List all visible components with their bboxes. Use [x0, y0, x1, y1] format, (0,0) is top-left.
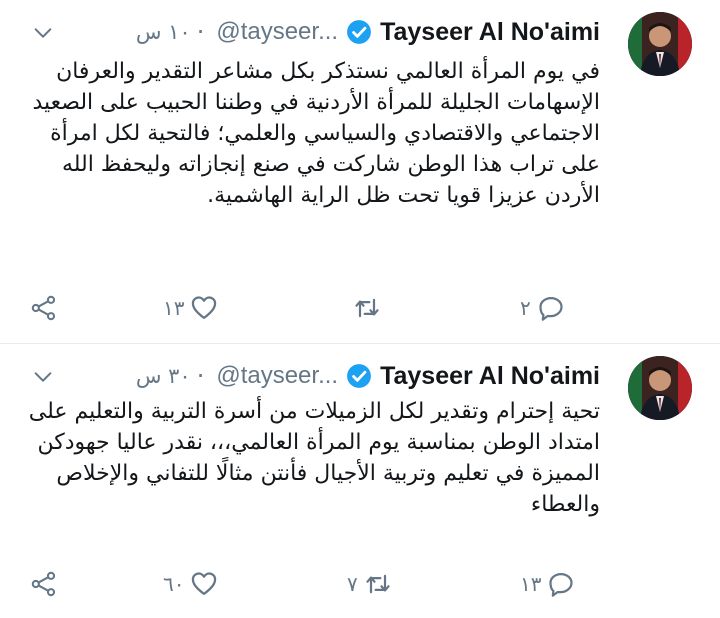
retweet-count: ٧: [347, 572, 358, 596]
reply-icon: [537, 294, 565, 322]
tweet-text: تحية إحترام وتقدير لكل الزميلات من أسرة …: [28, 399, 600, 517]
share-icon: [30, 294, 58, 322]
author-handle[interactable]: @tayseer...: [216, 362, 338, 390]
author-name[interactable]: Tayseer Al No'aimi: [380, 18, 600, 47]
author-handle[interactable]: @tayseer...: [216, 18, 338, 46]
tweet[interactable]: Tayseer Al No'aimi @tayseer... · ١٠ س في…: [0, 0, 720, 343]
reply-count: ٢: [520, 296, 531, 320]
tweet-time[interactable]: ٣٠ س: [136, 364, 191, 388]
retweet-button[interactable]: ٧: [347, 566, 392, 602]
heart-icon: [190, 294, 218, 322]
like-button[interactable]: ١٣: [163, 290, 218, 326]
tweet-header: Tayseer Al No'aimi @tayseer... · ٣٠ س: [136, 356, 600, 396]
reply-count: ١٣: [520, 572, 542, 596]
avatar[interactable]: [628, 12, 692, 76]
like-button[interactable]: ٦٠: [163, 566, 218, 602]
verified-badge-icon: [346, 19, 372, 45]
like-count: ٦٠: [163, 572, 185, 596]
tweet[interactable]: Tayseer Al No'aimi @tayseer... · ٣٠ س تح…: [0, 344, 720, 618]
reply-button[interactable]: ٢: [520, 290, 565, 326]
separator-dot: ·: [196, 18, 205, 46]
verified-badge-icon: [346, 363, 372, 389]
tweet-actions: ١٣ ٢: [0, 290, 720, 326]
share-icon: [30, 570, 58, 598]
avatar[interactable]: [628, 356, 692, 420]
author-name[interactable]: Tayseer Al No'aimi: [380, 362, 600, 391]
share-button[interactable]: [30, 290, 58, 326]
tweet-header: Tayseer Al No'aimi @tayseer... · ١٠ س: [136, 12, 600, 52]
reply-button[interactable]: ١٣: [520, 566, 575, 602]
separator-dot: ·: [196, 362, 205, 390]
heart-icon: [190, 570, 218, 598]
retweet-button[interactable]: [347, 290, 381, 326]
tweet-time[interactable]: ١٠ س: [136, 20, 191, 44]
retweet-icon: [353, 294, 381, 322]
tweet-text: في يوم المرأة العالمي نستذكر بكل مشاعر ا…: [32, 59, 600, 208]
like-count: ١٣: [163, 296, 185, 320]
tweet-actions: ٦٠ ٧ ١٣: [0, 566, 720, 602]
chevron-down-icon[interactable]: [32, 22, 54, 44]
retweet-icon: [364, 570, 392, 598]
chevron-down-icon[interactable]: [32, 366, 54, 388]
reply-icon: [547, 570, 575, 598]
share-button[interactable]: [30, 566, 58, 602]
